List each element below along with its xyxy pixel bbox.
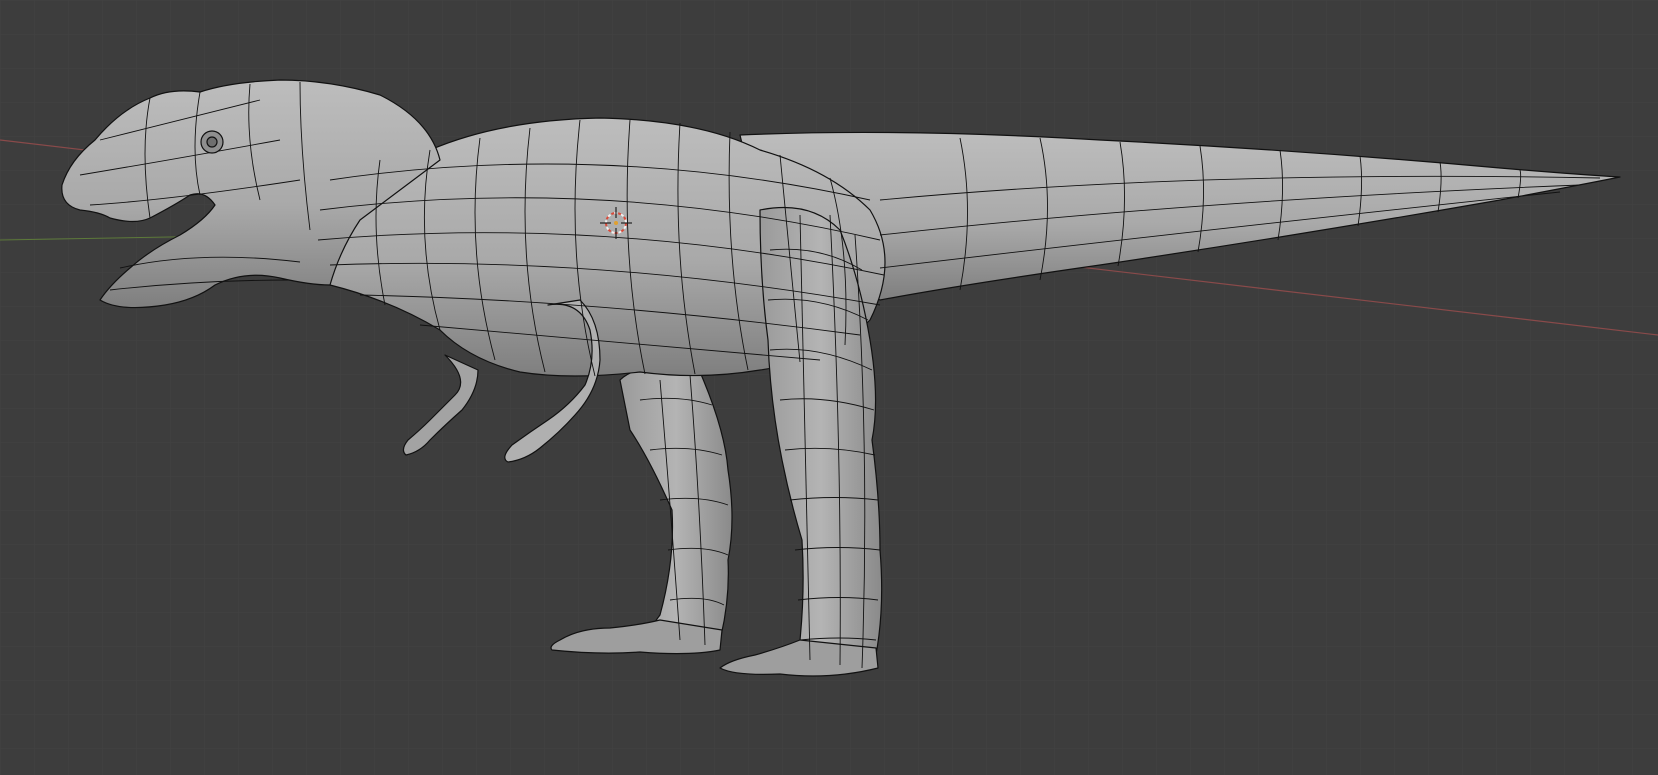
3d-viewport[interactable] <box>0 0 1658 775</box>
eye-socket-inner <box>206 136 218 148</box>
